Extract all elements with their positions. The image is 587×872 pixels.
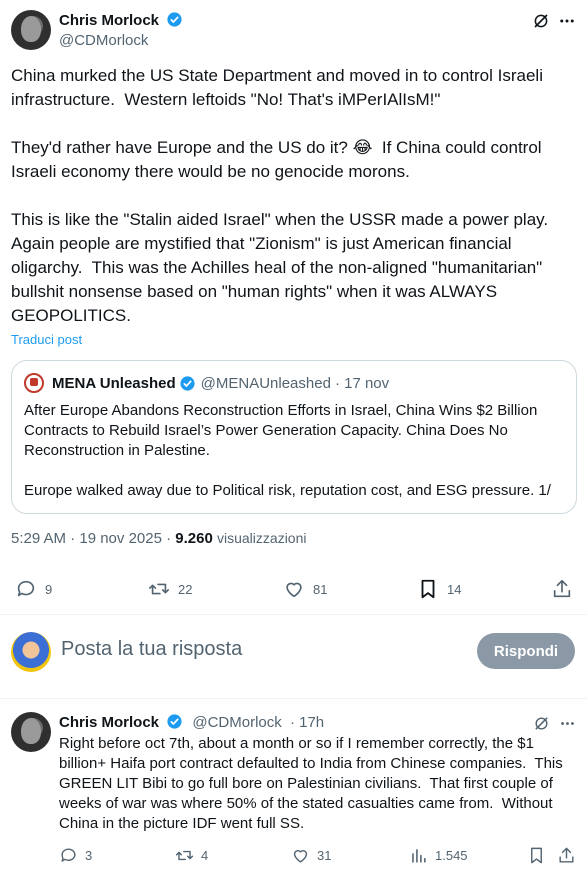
grok-icon[interactable] [530, 10, 552, 32]
quoted-tweet-header: MENA Unleashed @MENAUnleashed · 17 nov [24, 373, 564, 393]
tweet-meta: 5:29 AM · 19 nov 2025 · 9.260 visualizza… [11, 530, 306, 547]
bookmark-icon [421, 579, 435, 599]
tweet-timestamp[interactable]: 5:29 AM · 19 nov 2025 · [11, 530, 171, 547]
quoted-tweet-text: After Europe Abandons Reconstruction Eff… [24, 402, 551, 499]
bookmark-count: 14 [447, 581, 462, 597]
verified-badge-icon [167, 714, 182, 729]
quoted-author-handle: @MENAUnleashed [200, 374, 331, 392]
reply-icon [61, 848, 76, 862]
repost-count: 22 [178, 581, 193, 597]
views-count: 9.260 [175, 530, 213, 547]
quoted-author-avatar [24, 373, 44, 393]
views-icon [412, 849, 426, 863]
reply-compose-input[interactable]: Posta la tua risposta [61, 638, 242, 661]
author-name-row[interactable]: Chris Morlock [59, 11, 183, 30]
like-icon [293, 850, 308, 863]
reply-count: 9 [45, 581, 53, 597]
like-count: 81 [313, 581, 328, 597]
author-avatar[interactable] [11, 10, 51, 50]
reply-share-button[interactable] [557, 846, 583, 865]
reply-bookmark-button[interactable] [527, 846, 553, 865]
repost-icon [149, 583, 169, 595]
verified-badge-icon [167, 12, 183, 27]
repost-icon [175, 850, 194, 861]
quoted-tweet[interactable]: MENA Unleashed @MENAUnleashed · 17 nov A… [11, 360, 577, 514]
author-name[interactable]: Chris Morlock [59, 12, 159, 29]
reply-button[interactable]: 9 [15, 578, 52, 600]
divider [0, 698, 587, 699]
repost-button[interactable]: 22 [148, 578, 192, 600]
current-user-avatar[interactable] [11, 632, 51, 672]
like-button[interactable]: 81 [283, 578, 327, 600]
author-handle[interactable]: @CDMorlock [59, 32, 148, 49]
reply-author-avatar[interactable] [11, 712, 51, 752]
quoted-tweet-time: · 17 nov [334, 374, 390, 392]
translate-post-link[interactable]: Traduci post [11, 332, 82, 347]
reply-header: Chris Morlock @CDMorlock · 17h [59, 713, 324, 731]
grok-icon[interactable] [530, 712, 552, 734]
reply-views-count: 1.545 [435, 848, 468, 863]
share-button[interactable] [551, 578, 581, 600]
reply-repost-button[interactable]: 4 [175, 846, 208, 865]
reply-author-handle[interactable]: @CDMorlock [192, 714, 281, 731]
like-icon [286, 582, 302, 598]
reply-reply-count: 3 [85, 848, 93, 863]
tweet-action-bar: 9 22 81 14 [11, 578, 577, 604]
reply-reply-button[interactable]: 3 [59, 846, 92, 865]
bookmark-icon [531, 847, 542, 864]
reply-icon [17, 580, 35, 597]
share-icon [559, 847, 574, 863]
tweet-text: China murked the US State Department and… [11, 66, 549, 325]
share-icon [553, 579, 571, 598]
reply-like-count: 31 [317, 848, 332, 863]
reply-repost-count: 4 [201, 848, 209, 863]
reply-views-button[interactable]: 1.545 [409, 846, 468, 865]
divider [0, 614, 587, 615]
bookmark-button[interactable]: 14 [417, 578, 461, 600]
reply-time[interactable]: · 17h [290, 714, 324, 731]
reply-action-bar: 3 4 31 1.545 [59, 846, 579, 868]
reply-submit-button[interactable]: Rispondi [477, 633, 575, 669]
views-label: visualizzazioni [217, 530, 307, 546]
quoted-author-name: MENA Unleashed [52, 374, 176, 392]
reply-text: Right before oct 7th, about a month or s… [59, 735, 567, 832]
reply-like-button[interactable]: 31 [291, 846, 331, 865]
more-icon[interactable] [556, 712, 578, 734]
reply-author-name[interactable]: Chris Morlock [59, 714, 159, 731]
verified-badge-icon [180, 375, 195, 391]
more-icon[interactable] [556, 10, 578, 32]
